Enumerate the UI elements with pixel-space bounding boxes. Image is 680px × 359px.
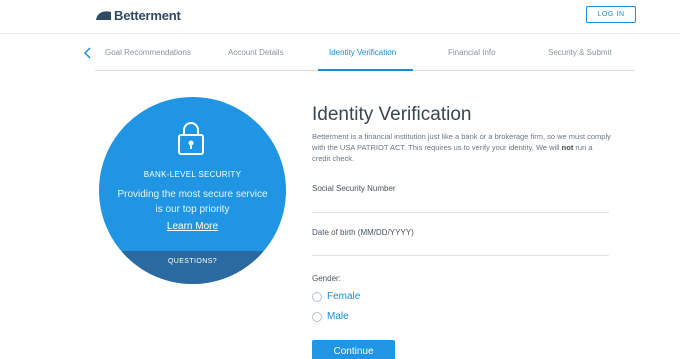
login-button[interactable]: LOG IN bbox=[586, 6, 636, 23]
progress-nav: Goal Recommendations Account Details Ide… bbox=[0, 34, 680, 72]
step-financial-info[interactable]: Financial Info bbox=[448, 48, 496, 57]
female-radio[interactable] bbox=[312, 291, 322, 302]
step-security-submit[interactable]: Security & Submit bbox=[548, 48, 612, 57]
top-header: Betterment LOG IN bbox=[0, 0, 680, 34]
ssn-underline bbox=[312, 212, 609, 213]
step-identity-verification[interactable]: Identity Verification bbox=[329, 48, 396, 57]
male-label[interactable]: Male bbox=[327, 311, 349, 322]
female-label[interactable]: Female bbox=[327, 291, 360, 302]
dob-field[interactable]: Date of birth (MM/DD/YYYY) bbox=[312, 228, 414, 237]
security-panel: BANK-LEVEL SECURITY Providing the most s… bbox=[99, 97, 286, 284]
security-title: BANK-LEVEL SECURITY bbox=[143, 170, 242, 179]
questions-label[interactable]: QUESTIONS? bbox=[99, 258, 286, 265]
step-goal-recommendations[interactable]: Goal Recommendations bbox=[105, 48, 191, 57]
betterment-logo[interactable]: Betterment bbox=[95, 7, 181, 23]
questions-band[interactable] bbox=[99, 251, 286, 284]
step-account-details[interactable]: Account Details bbox=[228, 48, 284, 57]
gender-male-option[interactable]: Male bbox=[312, 311, 349, 322]
dob-underline bbox=[312, 255, 609, 256]
logo-text: Betterment bbox=[114, 7, 181, 23]
description-emphasis: not bbox=[561, 143, 574, 152]
back-chevron-icon[interactable] bbox=[81, 46, 93, 60]
gender-label: Gender: bbox=[312, 274, 341, 283]
lock-icon bbox=[178, 122, 204, 155]
security-description: Providing the most secure service is our… bbox=[117, 189, 268, 215]
form-description: Betterment is a financial institution ju… bbox=[312, 131, 612, 164]
gender-female-option[interactable]: Female bbox=[312, 291, 360, 302]
page-title: Identity Verification bbox=[312, 104, 472, 125]
continue-button[interactable]: Continue bbox=[312, 340, 395, 359]
learn-more-link[interactable]: Learn More bbox=[99, 221, 286, 232]
active-step-indicator bbox=[318, 69, 413, 71]
logo-icon bbox=[96, 11, 111, 20]
ssn-field[interactable]: Social Security Number bbox=[312, 184, 396, 193]
male-radio[interactable] bbox=[312, 311, 322, 322]
